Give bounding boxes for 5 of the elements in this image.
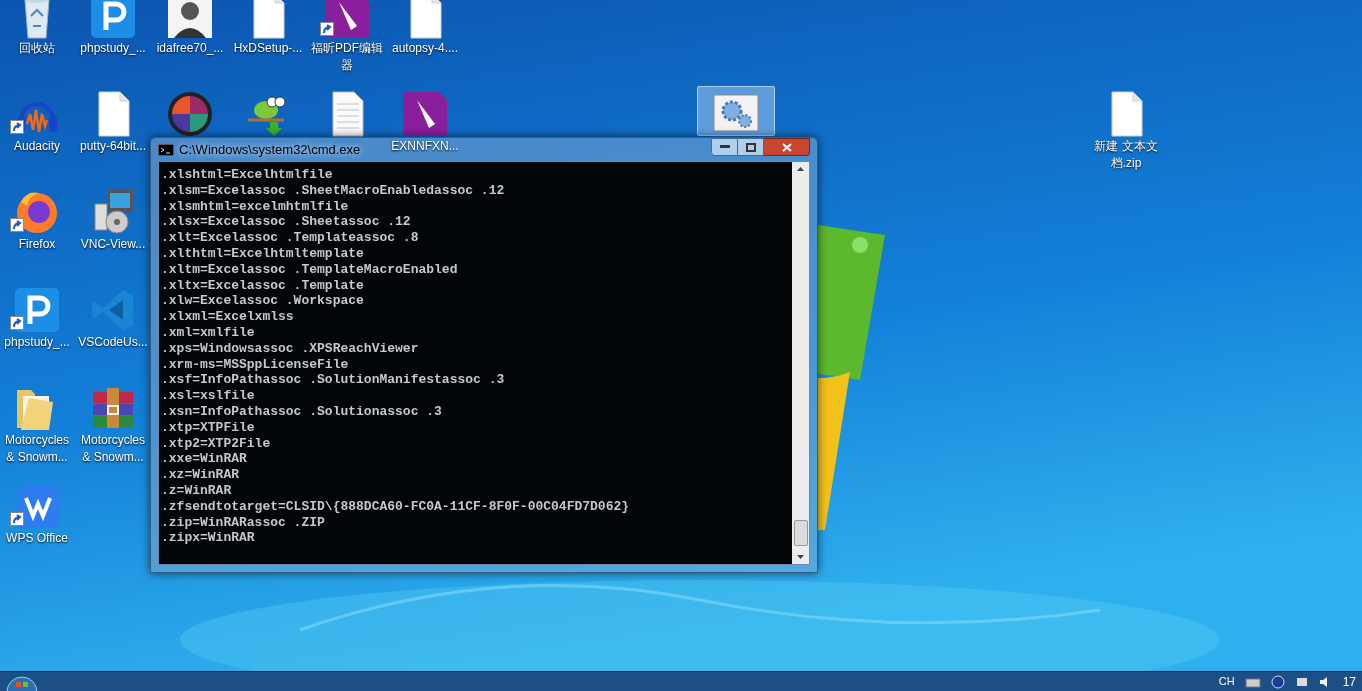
help-icon[interactable] xyxy=(1270,674,1285,689)
keyboard-icon[interactable] xyxy=(1244,675,1261,688)
clock[interactable]: 17 xyxy=(1342,672,1356,691)
language-indicator[interactable]: CH xyxy=(1218,673,1235,690)
network-icon[interactable] xyxy=(1294,675,1309,688)
